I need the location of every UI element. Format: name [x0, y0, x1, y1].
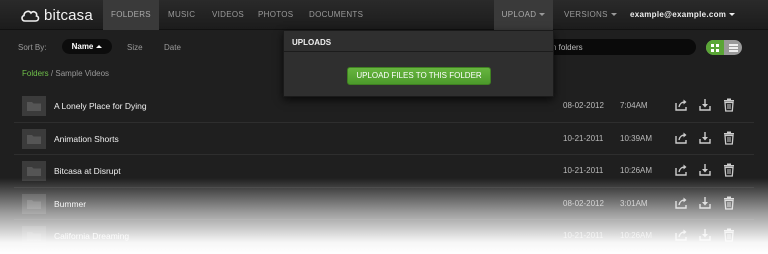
file-time: 3:01AM	[620, 198, 648, 208]
trash-icon[interactable]	[722, 196, 736, 210]
view-toggle[interactable]	[706, 40, 742, 55]
folder-icon	[22, 96, 46, 116]
file-time: 10:39AM	[620, 133, 653, 143]
nav-tab-documents[interactable]: DOCUMENTS	[309, 0, 363, 30]
trash-icon[interactable]	[722, 163, 736, 177]
chevron-down-icon	[610, 13, 617, 17]
download-icon[interactable]	[698, 131, 712, 145]
folder-icon	[22, 193, 46, 214]
chevron-down-icon	[729, 13, 736, 17]
share-icon[interactable]	[674, 98, 688, 112]
file-name[interactable]: A Lonely Place for Dying	[54, 101, 147, 111]
sort-name-label: Name	[71, 42, 94, 51]
download-icon[interactable]	[698, 98, 712, 112]
file-date: 10-21-2011	[563, 133, 604, 143]
sort-name-button[interactable]: Name	[62, 39, 112, 54]
list-view-button[interactable]	[724, 40, 742, 55]
uploads-dropdown: UPLOADS UPLOAD FILES TO THIS FOLDER	[283, 30, 554, 97]
file-row[interactable]: Bitcasa at Disrupt 10-21-2011 10:26AM	[14, 155, 754, 188]
breadcrumb-separator: /	[50, 69, 54, 78]
download-icon[interactable]	[698, 163, 712, 177]
file-row[interactable]: Animation Shorts 10-21-2011 10:39AM	[14, 123, 754, 155]
file-date: 10-21-2011	[563, 231, 604, 240]
download-icon[interactable]	[698, 228, 712, 242]
file-date: 10-21-2011	[563, 166, 604, 175]
breadcrumb-current: Sample Videos	[55, 69, 110, 78]
sort-size-button[interactable]: Size	[127, 43, 143, 52]
share-icon[interactable]	[674, 228, 688, 242]
cloud-logo-icon	[21, 10, 40, 22]
nav-tab-photos[interactable]: PHOTOS	[258, 0, 293, 30]
file-name[interactable]: Bitcasa at Disrupt	[54, 166, 121, 176]
search-input[interactable]	[540, 39, 696, 55]
brand-logo[interactable]: bitcasa	[20, 6, 93, 24]
trash-icon[interactable]	[722, 131, 736, 145]
account-menu[interactable]: example@example.com	[630, 0, 736, 30]
list-view-icon	[728, 43, 738, 52]
brand-name: bitcasa	[44, 6, 93, 24]
breadcrumb-root-link[interactable]: Folders	[22, 69, 49, 78]
trash-icon[interactable]	[722, 98, 736, 112]
sort-date-button[interactable]: Date	[164, 43, 181, 52]
nav-tab-videos[interactable]: VIDEOS	[212, 0, 244, 30]
top-nav-bar: bitcasa FOLDERS MUSIC VIDEOS PHOTOS DOCU…	[0, 0, 768, 30]
chevron-down-icon	[539, 13, 546, 17]
divider	[284, 51, 553, 52]
file-row[interactable]: Bummer 08-02-2012 3:01AM	[14, 188, 754, 220]
uploads-dropdown-title: UPLOADS	[292, 38, 332, 47]
share-icon[interactable]	[674, 131, 688, 145]
breadcrumb: Folders / Sample Videos	[22, 69, 109, 78]
file-row[interactable]: California Dreaming 10-21-2011 10:26AM	[14, 220, 754, 253]
nav-tab-folders[interactable]: FOLDERS	[103, 0, 159, 30]
file-name[interactable]: California Dreaming	[54, 231, 129, 241]
trash-icon[interactable]	[722, 228, 736, 242]
versions-menu-button[interactable]: VERSIONS	[564, 0, 617, 30]
file-date: 08-02-2012	[563, 198, 604, 208]
file-date: 08-02-2012	[563, 101, 604, 110]
file-time: 10:26AM	[620, 166, 653, 175]
file-name[interactable]: Bummer	[54, 199, 86, 209]
folder-icon	[22, 226, 46, 246]
nav-tab-music[interactable]: MUSIC	[168, 0, 195, 30]
versions-menu-label: VERSIONS	[564, 10, 608, 19]
folder-icon	[22, 161, 46, 181]
sort-ascending-icon	[96, 45, 103, 49]
file-time: 7:04AM	[620, 101, 648, 110]
grid-view-icon	[711, 43, 719, 52]
upload-menu-label: UPLOAD	[501, 10, 537, 19]
share-icon[interactable]	[674, 196, 688, 210]
folder-icon	[22, 128, 46, 149]
sort-by-label: Sort By:	[18, 43, 47, 52]
file-time: 10:26AM	[620, 231, 653, 240]
upload-menu-button[interactable]: UPLOAD	[494, 0, 553, 30]
download-icon[interactable]	[698, 196, 712, 210]
file-list: A Lonely Place for Dying 08-02-2012 7:04…	[14, 90, 754, 253]
share-icon[interactable]	[674, 163, 688, 177]
grid-view-button[interactable]	[706, 40, 724, 55]
account-email: example@example.com	[630, 10, 727, 19]
upload-files-button[interactable]: UPLOAD FILES TO THIS FOLDER	[347, 67, 491, 85]
file-name[interactable]: Animation Shorts	[54, 134, 119, 144]
